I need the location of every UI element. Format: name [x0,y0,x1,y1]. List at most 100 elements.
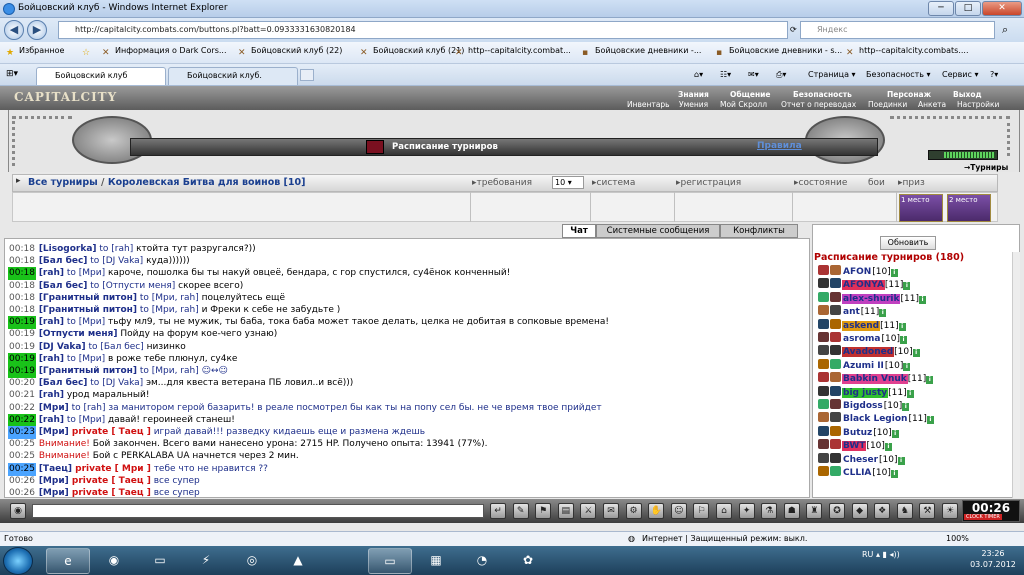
app-taskbar-icon[interactable]: ◔ [460,548,504,574]
player-name[interactable]: Black Legion [842,414,908,424]
players-scrollbar[interactable] [1012,252,1020,498]
requirements-select[interactable]: 10 ▾ [552,176,584,189]
chat-author[interactable]: [rah] [39,354,64,364]
chat-author[interactable]: [Гранитный питон] [39,366,137,376]
chat-time[interactable]: 00:18 [8,267,36,281]
player-row[interactable]: Babkin Vnuk[11] i [818,372,934,385]
toolbar-action-icon[interactable]: ✪ [829,503,845,519]
chat-time[interactable]: 00:21 [8,389,36,402]
app-taskbar-icon[interactable]: ▲ [276,548,320,574]
toolbar-action-icon[interactable]: ⚒ [919,503,936,519]
tab-2[interactable]: Бойцовский клуб. [168,67,298,85]
chat-author[interactable]: [Мри] [39,476,69,486]
nav-profile[interactable]: Анкета [918,100,946,109]
nav-social[interactable]: Общение [730,90,771,99]
chat-recipient[interactable]: [Мри, rah] [152,305,199,315]
toolbar-action-icon[interactable]: ♜ [806,503,823,519]
nav-inventory[interactable]: Инвентарь [627,100,670,109]
player-name[interactable]: askend [842,320,881,331]
chat-author[interactable]: [rah] [39,415,64,425]
fav-item-1[interactable]: ✕ Информация о Dark Cors... [102,46,227,58]
player-name[interactable]: CLLIA [842,468,872,478]
toolbar-action-icon[interactable]: ↵ [490,503,506,519]
chat-author[interactable]: Внимание! [39,439,90,449]
chat-recipient[interactable]: [Бал бес] [100,342,143,352]
player-row[interactable]: AFONYA[11] i [818,278,911,291]
toolbar-action-icon[interactable]: ⚙ [625,503,642,519]
nav-exit[interactable]: Выход [953,90,982,99]
chat-recipient[interactable]: [Мри] [79,415,105,425]
chat-author[interactable]: [Lisogorka] [39,244,97,254]
new-tab-button[interactable] [300,69,314,81]
player-row[interactable]: Black Legion[11] i [818,412,934,425]
chat-author[interactable]: [Отпусти меня] [39,329,118,339]
chat-time[interactable]: 00:22 [8,402,36,415]
toolbar-action-icon[interactable]: ☀ [942,503,958,519]
toolbar-action-icon[interactable]: ✎ [512,503,529,519]
chat-time[interactable]: 00:25 [8,438,36,451]
prize-1st[interactable]: 1 место [899,194,943,222]
tournaments-link[interactable]: →Турниры [964,163,1008,172]
rules-link[interactable]: Правила [757,141,802,151]
address-input[interactable]: http://capitalcity.combats.com/buttons.p… [58,21,788,39]
breadcrumb-all[interactable]: Все турниры [28,177,98,188]
player-name[interactable]: AFONYA [842,280,885,291]
player-row[interactable]: alex-shurik[11] i [818,291,926,305]
chat-time[interactable]: 00:19 [8,341,36,354]
fav-item-2[interactable]: ✕ Бойцовский клуб (22) [238,46,342,58]
info-icon[interactable]: i [898,322,906,331]
chat-time[interactable]: 00:26 [8,487,36,497]
window-taskbar-icon[interactable]: ▭ [368,548,412,574]
prize-2nd[interactable]: 2 место [947,194,991,222]
forward-button[interactable]: ▶ [27,20,47,40]
info-icon[interactable]: i [926,376,934,385]
chat-author[interactable]: [Бал бес] [39,281,88,291]
info-icon[interactable]: i [903,362,911,371]
nav-settings[interactable]: Настройки [957,100,999,109]
nav-character[interactable]: Персонаж [887,90,931,99]
zone-text[interactable]: Интернет | Защищенный режим: выкл. [642,532,807,545]
toolbar-action-icon[interactable]: ◆ [851,503,868,519]
breadcrumb-current[interactable]: Королевская Битва для воинов [10] [108,177,306,188]
chat-recipient[interactable]: [Мри] [79,268,105,278]
chat-time[interactable]: 00:19 [8,365,36,378]
chat-time[interactable]: 00:18 [8,255,36,268]
chat-recipient[interactable]: [ Таец ] [111,476,150,486]
chat-author[interactable]: [rah] [39,390,64,400]
player-name[interactable]: alex-shurik [842,293,901,304]
tab-conflicts[interactable]: Конфликты [720,224,798,238]
toolbar-action-icon[interactable]: ✉ [603,503,619,519]
chat-mode-icon[interactable]: ◉ [10,503,26,519]
chat-author[interactable]: [Гранитный питон] [39,305,137,315]
chat-recipient[interactable]: [Отпусти меня] [102,281,175,291]
mail-icon[interactable]: ✉▾ [748,70,759,79]
security-menu[interactable]: Безопасность ▾ [866,70,931,79]
chat-author[interactable]: [Таец] [39,464,72,474]
chat-time[interactable]: 00:19 [8,328,36,341]
quick-tabs-icon[interactable]: ⊞▾ [6,69,18,79]
player-row[interactable]: asroma[10] i [818,332,907,345]
chat-time[interactable]: 00:18 [8,280,36,293]
refresh-button[interactable]: Обновить [880,236,936,250]
chat-time[interactable]: 00:25 [8,450,36,463]
chat-author[interactable]: [Мри] [39,427,69,437]
chat-time[interactable]: 00:18 [8,243,36,256]
tab-chat[interactable]: Чат [562,224,596,238]
taskbar-clock[interactable]: 23:26 03.07.2012 [966,548,1020,570]
player-row[interactable]: Avadoned[10] i [818,345,920,358]
chat-author[interactable]: [Мри] [39,488,69,497]
player-row[interactable]: ant[11] i [818,305,887,318]
explorer-taskbar-icon[interactable]: ▭ [138,548,182,574]
player-name[interactable]: Bigdoss [842,401,884,411]
app-taskbar-icon[interactable]: ◎ [230,548,274,574]
chat-author[interactable]: [rah] [39,317,64,327]
chat-author[interactable]: [rah] [39,268,64,278]
chat-recipient[interactable]: [DJ Vaka] [102,378,143,388]
info-icon[interactable]: i [900,336,907,344]
player-row[interactable]: askend[11] i [818,318,906,332]
search-icon[interactable]: ⌕ [1002,23,1008,37]
fav-item-7[interactable]: ✕ http--capitalcity.combats.... [846,46,969,58]
player-row[interactable]: AFON[10] i [818,265,898,278]
chat-time[interactable]: 00:19 [8,352,36,366]
tab-1[interactable]: Бойцовский клуб [36,67,166,85]
